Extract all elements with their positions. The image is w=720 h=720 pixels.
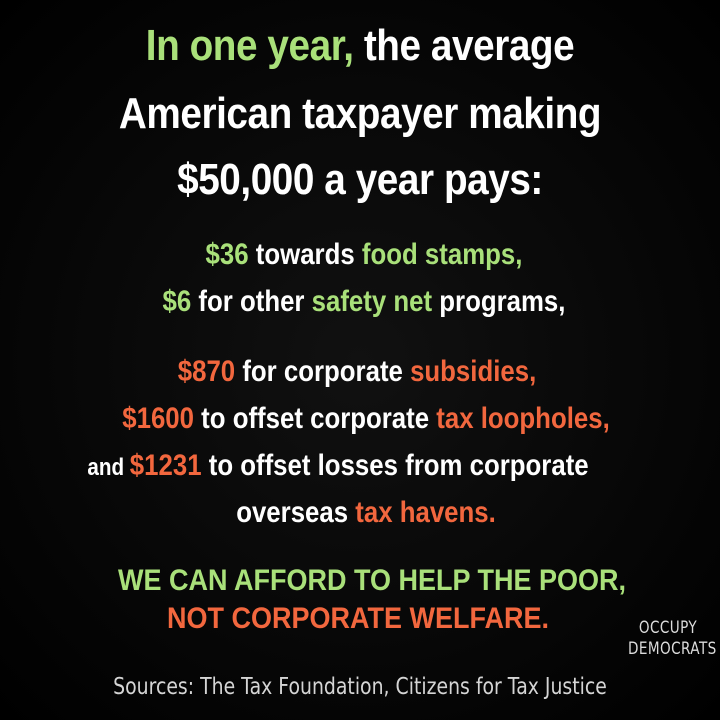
item-highlight: tax havens. bbox=[355, 496, 496, 529]
item-overseas-losses: and $1231 to offset losses from corporat… bbox=[28, 451, 647, 481]
item-corporate-subsidies: $870 for corporate subsidies, bbox=[47, 357, 666, 387]
poster: In one year, the average American taxpay… bbox=[0, 0, 720, 720]
occupy-democrats-logo: OCCUPY DEMOCRATS bbox=[628, 618, 717, 660]
item-text: to offset losses from corporate bbox=[201, 449, 589, 482]
sources-credit: Sources: The Tax Foundation, Citizens fo… bbox=[113, 674, 607, 700]
item-text: to offset corporate bbox=[194, 402, 437, 435]
item-text: for corporate bbox=[235, 355, 411, 388]
item-prefix: and bbox=[87, 454, 130, 481]
brand-line-1: OCCUPY bbox=[638, 618, 698, 638]
item-text: overseas bbox=[236, 496, 356, 529]
item-highlight: food stamps, bbox=[361, 238, 523, 271]
brand-line-2: DEMOCRATS bbox=[628, 639, 717, 659]
item-text-suffix: programs, bbox=[432, 285, 566, 318]
amount: $36 bbox=[205, 238, 249, 271]
amount: $1231 bbox=[129, 449, 202, 482]
amount: $1600 bbox=[122, 402, 195, 435]
headline-line-1: In one year, the average bbox=[43, 24, 677, 68]
item-food-stamps: $36 towards food stamps, bbox=[54, 240, 673, 270]
amount: $6 bbox=[162, 285, 192, 318]
item-highlight: subsidies, bbox=[410, 355, 537, 388]
item-safety-net: $6 for other safety net programs, bbox=[54, 287, 673, 317]
item-tax-havens: overseas tax havens. bbox=[56, 498, 675, 528]
headline-line-2: American taxpayer making bbox=[118, 89, 602, 138]
headline-highlight: In one year, bbox=[145, 21, 354, 70]
item-highlight: safety net bbox=[311, 285, 433, 318]
item-tax-loopholes: $1600 to offset corporate tax loopholes, bbox=[56, 404, 675, 434]
item-text: for other bbox=[191, 285, 312, 318]
slogan-line-1: WE CAN AFFORD TO HELP THE POOR, bbox=[117, 564, 627, 597]
item-highlight: tax loopholes, bbox=[436, 402, 610, 435]
headline-text: the average bbox=[353, 21, 575, 70]
item-text: towards bbox=[248, 238, 362, 271]
headline-line-3: $50,000 a year pays: bbox=[177, 155, 543, 204]
amount: $870 bbox=[177, 355, 236, 388]
slogan-line-2: NOT CORPORATE WELFARE. bbox=[166, 602, 549, 635]
